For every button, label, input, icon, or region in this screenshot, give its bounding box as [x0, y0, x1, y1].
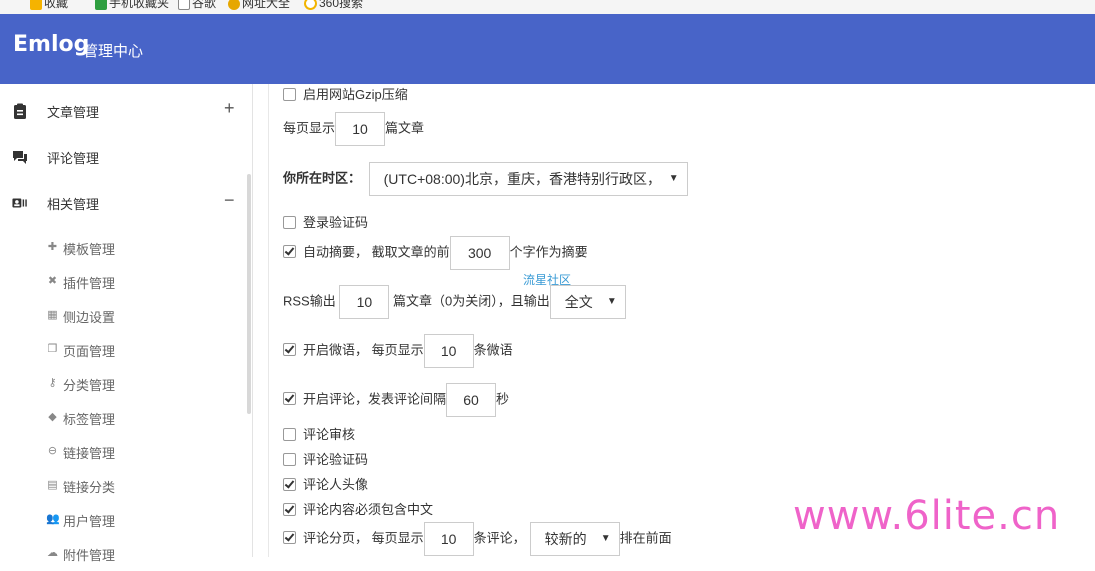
sidebar-item-templates[interactable]: ✚ 模板管理 [46, 231, 246, 265]
page-icon: ❐ [47, 343, 58, 355]
rss-setting: RSS输出 10 篇文章（0为关闭），且输出 全文 ▼ [283, 285, 626, 319]
login-captcha-setting: 登录验证码 [283, 212, 368, 231]
phone-icon [95, 0, 107, 10]
rss-count-input[interactable]: 10 [339, 285, 390, 319]
star-icon [30, 0, 42, 10]
per-page-setting: 每页显示 10 篇文章 [283, 112, 424, 146]
sidebar-item-users[interactable]: 👥 用户管理 [46, 503, 246, 537]
gzip-checkbox[interactable] [283, 88, 296, 101]
login-captcha-checkbox[interactable] [283, 216, 296, 229]
puzzle-icon: ✚ [47, 241, 58, 253]
users-icon: 👥 [46, 513, 60, 525]
key-icon: ⚷ [48, 377, 57, 389]
bookmark-item[interactable]: 收藏 [30, 0, 68, 11]
auto-excerpt-checkbox[interactable] [283, 245, 296, 259]
id-card-icon [12, 198, 27, 208]
search-icon [304, 0, 317, 11]
sidebar-item-plugins[interactable]: ✖ 插件管理 [46, 265, 246, 299]
per-page-input[interactable]: 10 [335, 112, 386, 146]
collapse-toggle[interactable]: − [224, 190, 235, 211]
sidebar-item-links[interactable]: ⊖ 链接管理 [46, 435, 246, 469]
sidebar-item-tags[interactable]: ◆ 标签管理 [46, 401, 246, 435]
sidebar-item-related[interactable]: 相关管理 − [0, 180, 250, 226]
comment-avatar-setting: 评论人头像 [283, 474, 368, 493]
timezone-setting: 你所在时区： (UTC+08:00)北京，重庆，香港特别行政区， ▼ [283, 162, 688, 196]
sidebar-item-label: 文章管理 [47, 105, 100, 120]
gzip-setting: 启用网站Gzip压缩 [283, 84, 408, 103]
page-icon [178, 0, 190, 11]
comment-icon [13, 151, 27, 164]
rss-output-select[interactable]: 全文 ▼ [549, 285, 626, 319]
dropdown-arrow-icon: ▼ [606, 296, 617, 307]
comment-chinese-setting: 评论内容必须包含中文 [283, 499, 433, 518]
bookmark-item[interactable]: 谷歌 [178, 0, 216, 11]
sidebar-item-pages[interactable]: ❐ 页面管理 [46, 333, 246, 367]
comment-chinese-checkbox[interactable] [283, 503, 296, 516]
clipboard-icon [14, 103, 26, 119]
dropdown-arrow-icon: ▼ [668, 173, 679, 184]
sidebar-item-link-categories[interactable]: ▤ 链接分类 [46, 469, 246, 503]
comments-setting: 开启评论，发表评论间隔 60 秒 [283, 383, 509, 417]
comments-per-page-input[interactable]: 10 [423, 522, 474, 556]
sidebar-item-label: 相关管理 [47, 197, 100, 212]
comment-captcha-checkbox[interactable] [283, 453, 296, 466]
expand-toggle[interactable]: + [224, 98, 235, 119]
sidebar-item-categories[interactable]: ⚷ 分类管理 [46, 367, 246, 401]
dropdown-arrow-icon: ▼ [600, 533, 611, 544]
bookmark-item[interactable]: 360搜索 [304, 0, 363, 11]
globe-icon [228, 0, 240, 10]
bookmark-item[interactable]: 手机收藏夹 [95, 0, 169, 11]
excerpt-length-input[interactable]: 300 [449, 236, 510, 270]
comment-paging-checkbox[interactable] [283, 531, 296, 545]
bookmark-item[interactable]: 网址大全 [228, 0, 290, 11]
sidebar-item-sidebar-settings[interactable]: ▦ 侧边设置 [46, 299, 246, 333]
comment-interval-input[interactable]: 60 [446, 383, 497, 417]
settings-panel: 启用网站Gzip压缩 每页显示 10 篇文章 你所在时区： (UTC+08:00)北… [268, 84, 1095, 557]
sidebar: 文章管理 + 评论管理 相关管理 − ✚ 模板管理 ✖ 插件管理 ▦ 侧边设置 ❐ 页面… [0, 84, 253, 563]
watermark: www.6lite.cn [793, 493, 1061, 539]
comment-paging-setting: 评论分页， 每页显示 10 条评论， 较新的 ▼ 排在前面 [283, 522, 672, 556]
sidebar-scrollbar[interactable] [247, 174, 251, 414]
comment-order-select[interactable]: 较新的 ▼ [529, 522, 620, 556]
timezone-select[interactable]: (UTC+08:00)北京，重庆，香港特别行政区， ▼ [368, 162, 688, 196]
logo[interactable]: Emlog [13, 32, 89, 57]
twitter-setting: 开启微语， 每页显示 10 条微语 [283, 334, 513, 368]
sidebar-item-label: 评论管理 [47, 151, 100, 166]
link-icon: ⊖ [47, 445, 58, 457]
cloud-icon: ☁ [47, 547, 58, 559]
auto-excerpt-setting: 自动摘要， 截取文章的前 300 个字作为摘要 [283, 236, 588, 270]
comment-review-checkbox[interactable] [283, 428, 296, 441]
tag-icon: ◆ [48, 411, 57, 423]
admin-header: Emlog 管理中心 [0, 14, 1095, 84]
sidebar-item-articles[interactable]: 文章管理 + [0, 88, 250, 134]
twitter-checkbox[interactable] [283, 343, 296, 357]
sidebar-item-comments[interactable]: 评论管理 [0, 134, 250, 180]
header-subtitle: 管理中心 [83, 43, 144, 60]
comment-avatar-checkbox[interactable] [283, 478, 296, 491]
comment-captcha-setting: 评论验证码 [283, 449, 368, 468]
grid-icon: ▦ [47, 309, 58, 321]
bookmarks-bar: 收藏 手机收藏夹 谷歌 网址大全 360搜索 [0, 0, 1095, 14]
comment-review-setting: 评论审核 [283, 424, 355, 443]
plug-icon: ✖ [47, 275, 58, 287]
comments-checkbox[interactable] [283, 392, 296, 406]
link-category-icon: ▤ [47, 479, 58, 491]
twitter-per-page-input[interactable]: 10 [423, 334, 474, 368]
sidebar-item-attachments[interactable]: ☁ 附件管理 [46, 537, 246, 571]
